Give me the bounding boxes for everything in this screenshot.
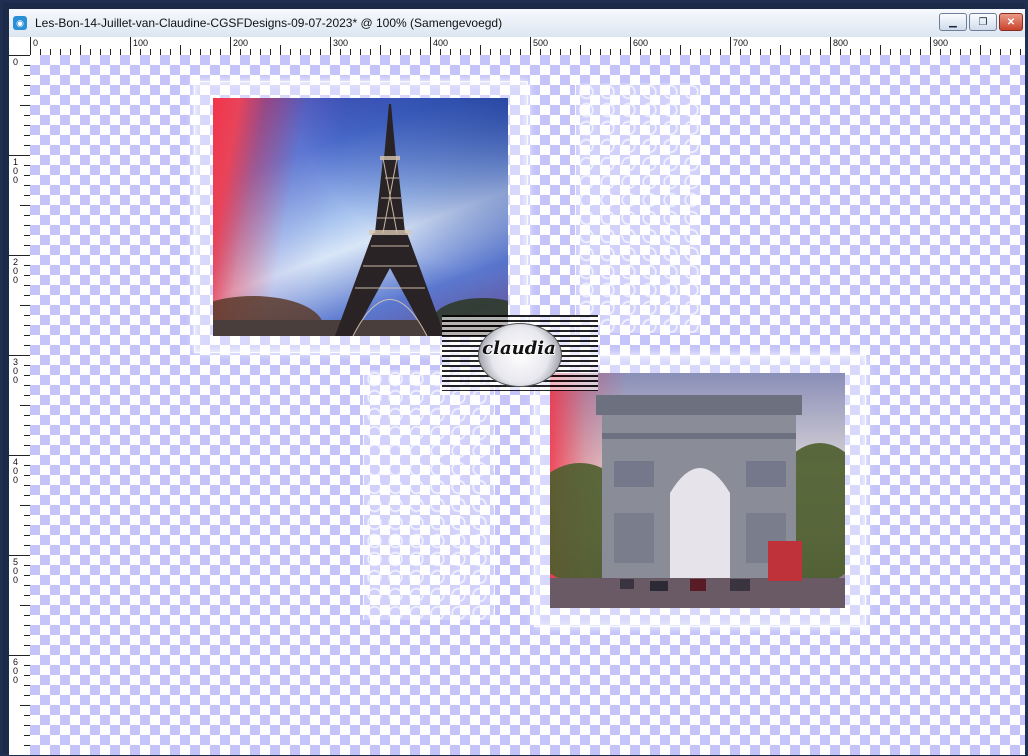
ruler-label: 400 (433, 38, 448, 48)
arc-de-triomphe-illustration (550, 395, 845, 608)
minimize-button[interactable]: ▁ (939, 13, 967, 31)
watermark-text: claudia (482, 338, 556, 359)
photo-eiffel-tower (213, 98, 508, 336)
title-bar[interactable]: ◉ Les-Bon-14-Juillet-van-Claudine-CGSFDe… (9, 9, 1025, 38)
close-button[interactable]: ✕ (999, 13, 1023, 31)
ruler-label: 0 (13, 375, 18, 385)
ruler-label: 0 (13, 675, 18, 685)
horizontal-ruler: 0 100 200 300 400 500 600 700 800 900 (30, 37, 1025, 56)
ruler-label: 900 (933, 38, 948, 48)
ruler-label: 200 (233, 38, 248, 48)
ruler-label: 0 (13, 275, 18, 285)
ruler-label: 600 (633, 38, 648, 48)
ruler-label: 0 (33, 38, 38, 48)
ruler-label: 0 (13, 57, 18, 67)
app-icon: ◉ (13, 16, 27, 30)
decor-strip-upper (575, 83, 701, 333)
ruler-label: 0 (13, 175, 18, 185)
ruler-label: 800 (833, 38, 848, 48)
image-canvas[interactable]: claudia (30, 55, 1025, 755)
decor-strip-lower (363, 370, 495, 620)
ruler-label: 500 (533, 38, 548, 48)
window-title: Les-Bon-14-Juillet-van-Claudine-CGSFDesi… (35, 16, 503, 30)
eiffel-tower-illustration (213, 104, 508, 336)
vertical-ruler: 0100200300400500600 (9, 55, 31, 755)
horizontal-ruler-ticks: 0 100 200 300 400 500 600 700 800 900 (30, 37, 1021, 55)
ruler-label: 100 (133, 38, 148, 48)
app-window: ◉ Les-Bon-14-Juillet-van-Claudine-CGSFDe… (0, 0, 1028, 756)
window-controls: ▁ ❐ ✕ (939, 13, 1023, 31)
ruler-label: 700 (733, 38, 748, 48)
photo-arc-de-triomphe (550, 373, 845, 608)
ruler-label: 0 (13, 575, 18, 585)
vertical-ruler-ticks: 0100200300400500600 (9, 55, 30, 746)
maximize-button[interactable]: ❐ (969, 13, 997, 31)
ruler-label: 0 (13, 475, 18, 485)
ruler-corner (9, 37, 31, 56)
ruler-label: 300 (333, 38, 348, 48)
